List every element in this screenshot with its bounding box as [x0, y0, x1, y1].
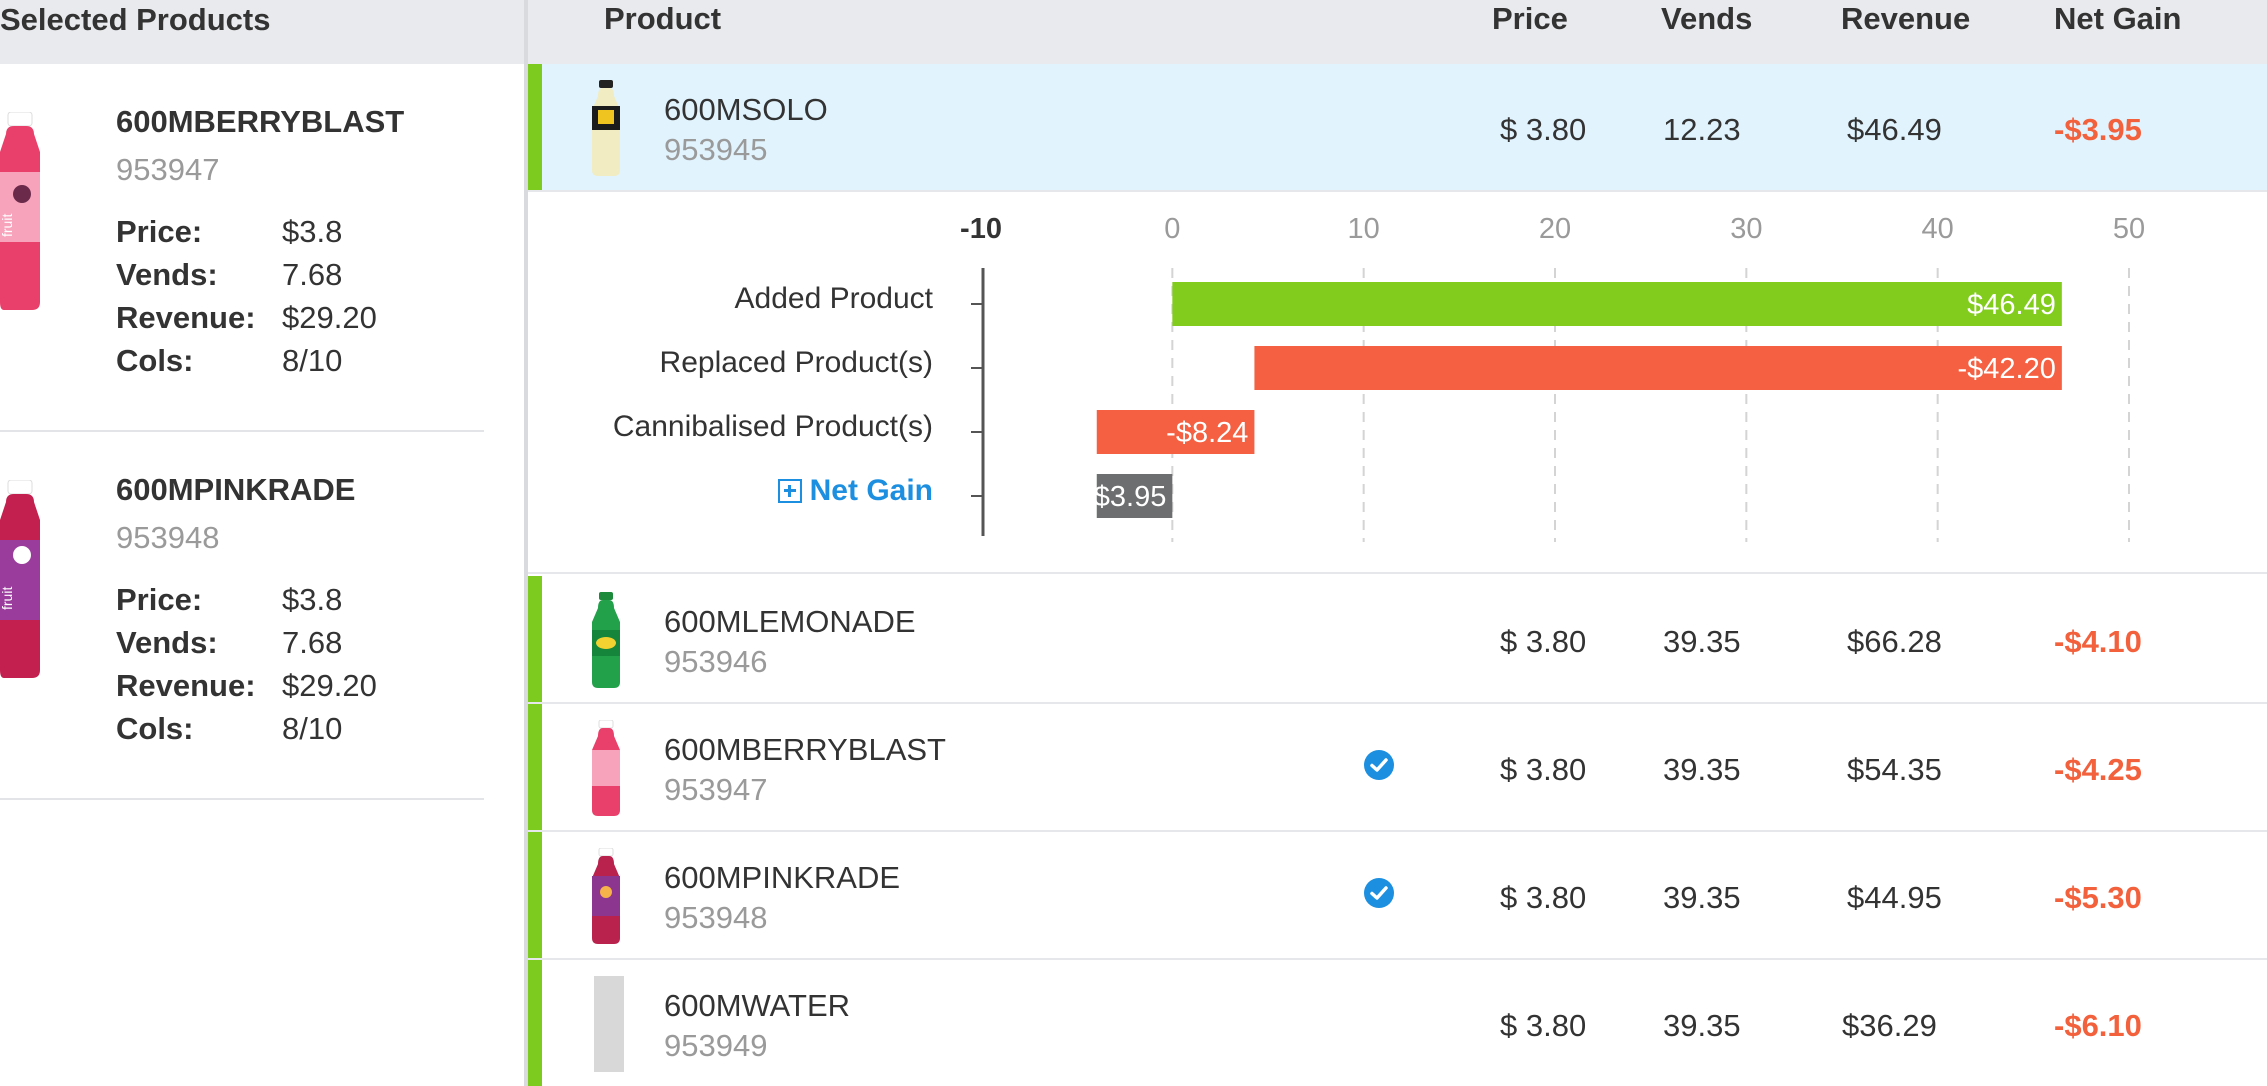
- price-label: Price:: [116, 582, 203, 617]
- column-header-product[interactable]: Product: [604, 0, 721, 38]
- product-name: 600MBERRYBLAST: [664, 732, 946, 767]
- chart-canvas: -10 0 10 20 30 40 50 $46.49 -$42.20 -$8.24-$3.95: [960, 213, 2145, 542]
- revenue-cell: $36.29: [1842, 1008, 1937, 1043]
- net-gain-cell: -$4.25: [2054, 752, 2142, 787]
- row-accent-bar: [528, 576, 542, 702]
- revenue-cell: $66.28: [1847, 624, 1942, 659]
- selected-products-title: Selected Products: [0, 2, 271, 37]
- table-row[interactable]: 600MPINKRADE 953948 $ 3.80 39.35 $44.95 …: [528, 832, 2267, 960]
- column-header-revenue[interactable]: Revenue: [1841, 0, 1970, 38]
- price-cell: $ 3.80: [1500, 624, 1587, 659]
- x-tick-label: 30: [1730, 213, 1762, 245]
- row-accent-bar: [528, 704, 542, 830]
- table-header: Product Price Vends Revenue Net Gain: [528, 0, 2267, 64]
- bar-value-label: -$8.24: [1166, 417, 1248, 449]
- column-header-net-gain[interactable]: Net Gain: [2054, 0, 2181, 38]
- net-gain-cell: -$5.30: [2054, 880, 2142, 915]
- table-row[interactable]: 600MSOLO 953945 $ 3.80 12.23 $46.49 -$3.…: [528, 64, 2267, 192]
- price-cell: $ 3.80: [1500, 752, 1587, 787]
- net-gain-cell: -$6.10: [2054, 1008, 2142, 1043]
- selected-product-code: 953948: [116, 520, 220, 555]
- product-code: 953946: [664, 644, 768, 679]
- product-name: 600MSOLO: [664, 92, 828, 127]
- check-circle-icon[interactable]: [1364, 750, 1394, 780]
- product-code: 953945: [664, 132, 768, 167]
- vends-cell: 39.35: [1663, 624, 1741, 659]
- svg-text:fruit: fruit: [0, 214, 15, 237]
- cols-value: 8/10: [282, 343, 343, 378]
- revenue-cell: $44.95: [1847, 880, 1942, 915]
- x-tick-label: -10: [960, 213, 1002, 245]
- revenue-label: Revenue:: [116, 668, 256, 703]
- vends-label: Vends:: [116, 625, 218, 660]
- revenue-value: $29.20: [282, 300, 377, 335]
- vends-cell: 39.35: [1663, 752, 1741, 787]
- selected-product-code: 953947: [116, 152, 220, 187]
- x-tick-label: 40: [1922, 213, 1954, 245]
- price-value: $3.8: [282, 214, 343, 249]
- cols-value: 8/10: [282, 711, 343, 746]
- products-table: Product Price Vends Revenue Net Gain 600…: [528, 0, 2267, 1086]
- chart-bar: [1172, 282, 2062, 326]
- product-image-placeholder: [594, 976, 624, 1072]
- vends-cell: 12.23: [1663, 112, 1741, 147]
- product-code: 953947: [664, 772, 768, 807]
- selected-product-card[interactable]: fruit 600MPINKRADE 953948 Price: $3.8 Ve…: [0, 432, 484, 800]
- price-cell: $ 3.80: [1500, 880, 1587, 915]
- product-name: 600MWATER: [664, 988, 851, 1023]
- vends-value: 7.68: [282, 257, 343, 292]
- row-accent-bar: [528, 832, 542, 958]
- chart-bar: [1254, 346, 2062, 390]
- selected-products-panel: Selected Products fruit 600MBERRYBLAST 9…: [0, 0, 524, 1086]
- column-header-price[interactable]: Price: [1492, 0, 1568, 38]
- product-code: 953948: [664, 900, 768, 935]
- product-bottle-icon: fruit: [0, 480, 40, 678]
- x-tick-label: 50: [2113, 213, 2145, 245]
- table-row[interactable]: 600MWATER 953949 $ 3.80 39.35 $36.29 -$6…: [528, 960, 2267, 1086]
- net-gain-cell: -$4.10: [2054, 624, 2142, 659]
- bar-value-label: $46.49: [1967, 289, 2056, 321]
- product-code: 953949: [664, 1028, 768, 1063]
- revenue-cell: $54.35: [1847, 752, 1942, 787]
- vends-cell: 39.35: [1663, 1008, 1741, 1043]
- table-row[interactable]: 600MLEMONADE 953946 $ 3.80 39.35 $66.28 …: [528, 576, 2267, 704]
- product-bottle-icon: fruit: [0, 112, 40, 310]
- revenue-cell: $46.49: [1847, 112, 1942, 147]
- row-accent-bar: [528, 960, 542, 1086]
- row-accent-bar: [528, 64, 542, 190]
- price-cell: $ 3.80: [1500, 1008, 1587, 1043]
- vends-cell: 39.35: [1663, 880, 1741, 915]
- app-root: Selected Products fruit 600MBERRYBLAST 9…: [0, 0, 2267, 1086]
- product-bottle-icon: [592, 592, 620, 688]
- column-header-vends[interactable]: Vends: [1661, 0, 1752, 38]
- table-row[interactable]: 600MBERRYBLAST 953947 $ 3.80 39.35 $54.3…: [528, 704, 2267, 832]
- check-circle-icon[interactable]: [1364, 878, 1394, 908]
- revenue-label: Revenue:: [116, 300, 256, 335]
- cols-label: Cols:: [116, 711, 194, 746]
- product-name: 600MPINKRADE: [664, 860, 901, 895]
- product-name: 600MLEMONADE: [664, 604, 916, 639]
- product-bottle-icon: [592, 720, 620, 816]
- price-label: Price:: [116, 214, 203, 249]
- price-cell: $ 3.80: [1500, 112, 1587, 147]
- vends-label: Vends:: [116, 257, 218, 292]
- net-gain-cell: -$3.95: [2054, 112, 2142, 147]
- selected-products-header: Selected Products: [0, 0, 524, 64]
- vends-value: 7.68: [282, 625, 343, 660]
- x-tick-label: 20: [1539, 213, 1571, 245]
- revenue-value: $29.20: [282, 668, 377, 703]
- product-bottle-icon: [592, 848, 620, 944]
- cols-label: Cols:: [116, 343, 194, 378]
- selected-product-name: 600MPINKRADE: [116, 472, 356, 507]
- bar-value-label: -$3.95: [1084, 481, 1166, 513]
- bar-value-label: -$42.20: [1957, 353, 2055, 385]
- x-tick-label: 10: [1348, 213, 1380, 245]
- selected-product-card[interactable]: fruit 600MBERRYBLAST 953947 Price: $3.8 …: [0, 64, 484, 432]
- svg-text:fruit: fruit: [0, 587, 15, 610]
- x-tick-label: 0: [1164, 213, 1180, 245]
- price-value: $3.8: [282, 582, 343, 617]
- product-bottle-icon: [592, 80, 620, 176]
- selected-product-name: 600MBERRYBLAST: [116, 104, 405, 139]
- net-gain-breakdown-chart: Added Product Replaced Product(s) Cannib…: [528, 192, 2267, 574]
